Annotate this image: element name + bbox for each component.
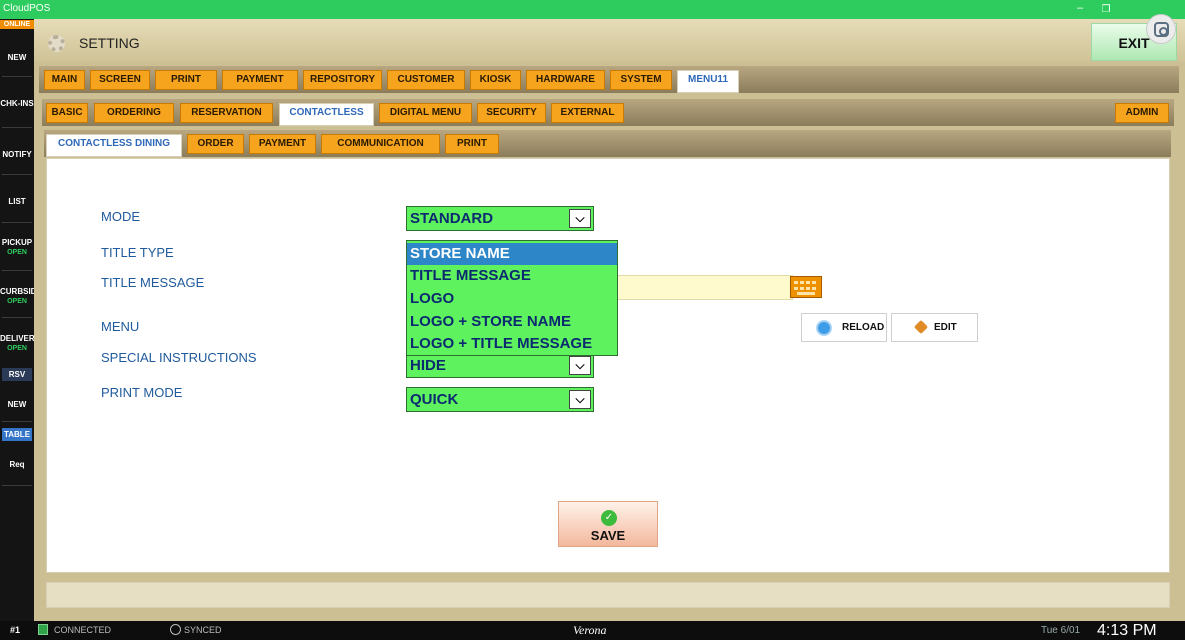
tab-menu11[interactable]: MENU11 (677, 70, 739, 93)
tab-digital-menu[interactable]: DIGITAL MENU (379, 103, 472, 123)
tab-payment[interactable]: PAYMENT (222, 70, 298, 90)
title-type-option-store-name[interactable]: STORE NAME (407, 243, 617, 265)
restore-icon[interactable]: ❐ (1094, 0, 1118, 19)
title-type-option-title-message[interactable]: TITLE MESSAGE (407, 265, 617, 288)
tab-hardware[interactable]: HARDWARE (526, 70, 605, 90)
sidebar-item-notify[interactable]: NOTIFY (0, 150, 34, 160)
status-date: Tue 6/01 (1041, 625, 1081, 636)
bottom-panel (46, 582, 1170, 608)
menu-label: MENU (101, 319, 140, 334)
tab-communication[interactable]: COMMUNICATION (321, 134, 440, 154)
status-time: 4:13 PM (1097, 622, 1157, 639)
station-number: #1 (10, 625, 21, 635)
reload-button[interactable]: RELOAD (801, 313, 887, 342)
sidebar-divider (2, 485, 32, 486)
gear-icon (48, 35, 65, 52)
tab-main[interactable]: MAIN (44, 70, 85, 90)
chevron-down-icon[interactable]: ⌵ (569, 356, 591, 375)
app-name: CloudPOS (3, 3, 51, 14)
tab-ordering[interactable]: ORDERING (94, 103, 174, 123)
mode-label: MODE (101, 209, 140, 224)
mode-select[interactable]: STANDARD ⌵ (406, 206, 594, 231)
checkmark-icon: ✓ (601, 510, 617, 526)
sidebar-item-chk-ins[interactable]: CHK-INS (0, 99, 34, 109)
special-instructions-label: SPECIAL INSTRUCTIONS (101, 350, 257, 365)
sidebar-divider (2, 317, 32, 318)
sync-status: SYNCED (184, 625, 222, 635)
save-button[interactable]: ✓ SAVE (558, 501, 658, 547)
tab-screen[interactable]: SCREEN (90, 70, 150, 90)
print-mode-select[interactable]: QUICK ⌵ (406, 387, 594, 412)
section-tab-bar: CONTACTLESS DINING ORDER PAYMENT COMMUNI… (44, 130, 1171, 157)
tab-contactless-dining[interactable]: CONTACTLESS DINING (46, 134, 182, 157)
network-icon (38, 624, 48, 635)
edit-label: EDIT (934, 322, 957, 333)
sidebar-divider (2, 127, 32, 128)
edit-button[interactable]: EDIT (891, 313, 978, 342)
special-instructions-select[interactable]: HIDE ⌵ (406, 353, 594, 378)
keyboard-icon[interactable] (790, 276, 822, 298)
pencil-icon (913, 319, 929, 335)
tab-kiosk[interactable]: KIOSK (470, 70, 521, 90)
admin-button[interactable]: ADMIN (1115, 103, 1169, 123)
tab-security[interactable]: SECURITY (477, 103, 546, 123)
tab-repository[interactable]: REPOSITORY (303, 70, 382, 90)
tab-reservation[interactable]: RESERVATION (180, 103, 273, 123)
print-mode-value: QUICK (410, 391, 459, 408)
cloud-icon (170, 624, 181, 635)
connection-status: CONNECTED (54, 625, 112, 635)
tab-contactless[interactable]: CONTACTLESS (279, 103, 374, 126)
sidebar-rsv-header: RSV (2, 368, 32, 381)
tab-external[interactable]: EXTERNAL (551, 103, 624, 123)
screen-capture-icon[interactable] (1146, 14, 1176, 44)
print-mode-label: PRINT MODE (101, 385, 183, 400)
sidebar-item-pickup[interactable]: PICKUP OPEN (0, 238, 34, 258)
minimize-button[interactable]: – (1068, 0, 1092, 19)
mode-select-value: STANDARD (410, 210, 494, 227)
sidebar-item-new[interactable]: NEW (0, 53, 34, 63)
title-type-option-logo[interactable]: LOGO (407, 288, 617, 311)
tab-basic[interactable]: BASIC (46, 103, 88, 123)
online-badge: ONLINE (0, 20, 34, 29)
sidebar-item-curbside[interactable]: CURBSID OPEN (0, 287, 36, 307)
title-type-label: TITLE TYPE (101, 245, 174, 260)
sidebar-divider (2, 174, 32, 175)
tab-section-print[interactable]: PRINT (445, 134, 499, 154)
main-tab-bar: MAIN SCREEN PRINT PAYMENT REPOSITORY CUS… (39, 66, 1179, 93)
store-name: Verona (573, 623, 607, 637)
sidebar-item-delivery[interactable]: DELIVER OPEN (0, 334, 35, 354)
title-type-option-logo-title-message[interactable]: LOGO + TITLE MESSAGE (407, 333, 617, 356)
tab-section-payment[interactable]: PAYMENT (249, 134, 316, 154)
sidebar-table-header[interactable]: TABLE (2, 428, 32, 441)
tab-customer[interactable]: CUSTOMER (387, 70, 465, 90)
sidebar-divider (2, 421, 32, 422)
sidebar-divider (2, 76, 32, 77)
tab-print[interactable]: PRINT (155, 70, 217, 90)
title-type-option-logo-store-name[interactable]: LOGO + STORE NAME (407, 311, 617, 334)
sidebar-item-rsv-new[interactable]: NEW (0, 400, 34, 410)
title-message-label: TITLE MESSAGE (101, 275, 205, 290)
chevron-down-icon[interactable]: ⌵ (569, 209, 591, 228)
title-type-dropdown[interactable]: STORE NAME TITLE MESSAGE LOGO LOGO + STO… (406, 240, 618, 356)
title-message-input[interactable] (600, 275, 793, 300)
sidebar-divider (2, 222, 32, 223)
reload-label: RELOAD (842, 322, 885, 333)
status-bar: #1 CONNECTED SYNCED Verona Tue 6/01 4:13… (0, 621, 1185, 640)
save-label: SAVE (590, 528, 626, 543)
left-sidebar: ONLINE NEW CHK-INS NOTIFY LIST PICKUP OPE… (0, 19, 36, 621)
title-bar: CloudPOS – ❐ (0, 0, 1185, 19)
tab-system[interactable]: SYSTEM (610, 70, 672, 90)
tab-order[interactable]: ORDER (187, 134, 244, 154)
sidebar-item-list[interactable]: LIST (0, 197, 34, 207)
sub-tab-bar: BASIC ORDERING RESERVATION CONTACTLESS D… (42, 99, 1174, 126)
settings-header: SETTING EXIT (34, 19, 1185, 62)
chevron-down-icon[interactable]: ⌵ (569, 390, 591, 409)
special-instructions-value: HIDE (410, 357, 446, 374)
reload-icon (816, 320, 832, 336)
sidebar-item-req[interactable]: Req (0, 460, 34, 470)
page-title: SETTING (79, 35, 140, 51)
sidebar-divider (2, 270, 32, 271)
